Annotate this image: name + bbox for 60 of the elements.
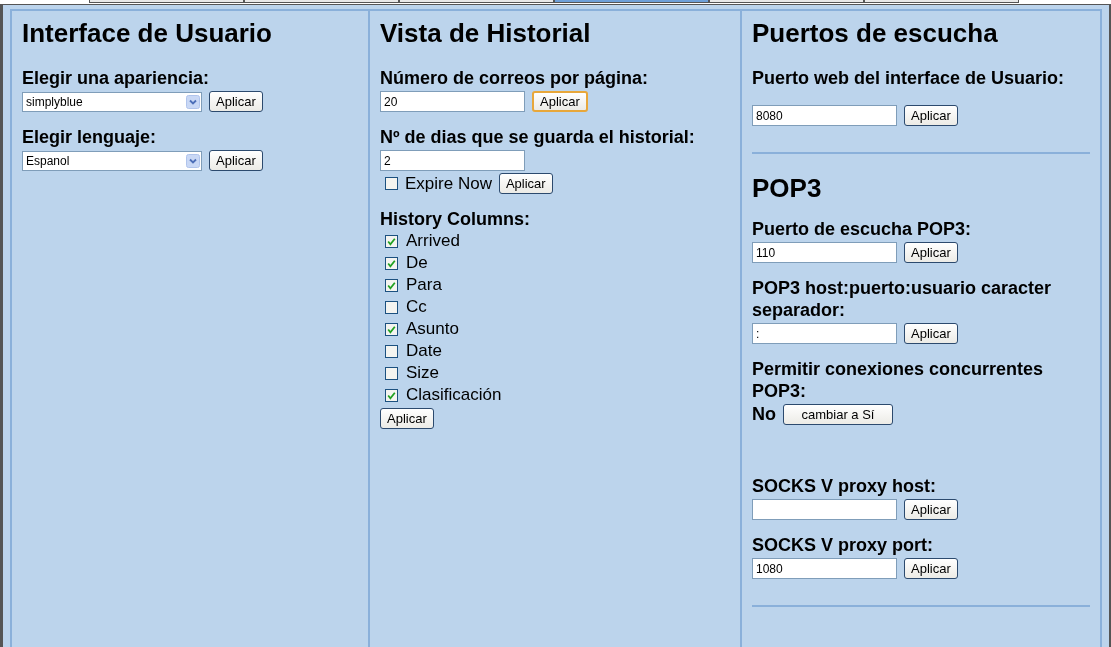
field-label: Puerto web del interface de Usuario: <box>752 67 1066 89</box>
field-label: Elegir lenguaje: <box>22 126 158 148</box>
field-label: Nº de dias que se guarda el historial: <box>380 126 696 148</box>
checkbox-label: Para <box>406 275 442 295</box>
checkbox-label: Clasificación <box>406 385 502 405</box>
apply-button[interactable]: Aplicar <box>904 499 958 520</box>
text-field[interactable]: 1080 <box>752 558 897 579</box>
tab[interactable] <box>399 0 554 3</box>
tab[interactable] <box>554 0 709 3</box>
toggle-button[interactable]: cambiar a Sí <box>783 404 893 425</box>
field-label: SOCKS V proxy host: <box>752 475 938 497</box>
section-title: Interface de Usuario <box>22 17 273 49</box>
apply-button[interactable]: Aplicar <box>904 558 958 579</box>
apply-button[interactable]: Aplicar <box>904 323 958 344</box>
field-label: Elegir una apariencia: <box>22 67 211 89</box>
setting-value: No <box>752 404 776 425</box>
checkbox-label: Date <box>406 341 442 361</box>
dropdown[interactable]: Espanol <box>22 150 202 171</box>
apply-button[interactable]: Aplicar <box>532 91 588 112</box>
checkbox-label: Size <box>406 363 440 383</box>
apply-button[interactable]: Aplicar <box>209 150 263 171</box>
tab[interactable] <box>709 0 864 3</box>
apply-button[interactable]: Aplicar <box>904 242 958 263</box>
checkbox-label: Asunto <box>406 319 459 339</box>
text-field[interactable]: 20 <box>380 91 525 112</box>
section-title: Vista de Historial <box>380 17 592 49</box>
checkbox[interactable] <box>385 366 398 380</box>
checkbox-label: Arrived <box>406 231 460 251</box>
apply-button[interactable]: Aplicar <box>380 408 434 429</box>
checkbox[interactable] <box>385 344 398 358</box>
checkbox-label: Expire Now <box>405 173 492 194</box>
field-label: POP3 host:puerto:usuario caracter separador: <box>752 277 1053 321</box>
checkbox[interactable] <box>385 388 398 402</box>
field-label: Permitir conexiones concurrentes POP3: <box>752 358 1045 402</box>
checkbox-label: De <box>406 253 428 273</box>
field-label: Puerto de escucha POP3: <box>752 218 973 240</box>
checkbox[interactable] <box>385 177 398 190</box>
dropdown[interactable]: simplyblue <box>22 91 202 112</box>
text-field[interactable]: 2 <box>380 150 525 171</box>
tab[interactable] <box>864 0 1019 3</box>
text-field[interactable] <box>752 499 897 520</box>
apply-button[interactable]: Aplicar <box>498 173 553 194</box>
tab[interactable] <box>244 0 399 3</box>
section-title: Puertos de escucha <box>752 17 999 49</box>
tab[interactable] <box>89 0 244 3</box>
text-field[interactable]: 8080 <box>752 105 897 126</box>
field-label: History Columns: <box>380 208 531 230</box>
apply-button[interactable]: Aplicar <box>209 91 263 112</box>
field-label: Número de correos por página: <box>380 67 650 89</box>
checkbox[interactable] <box>385 300 398 314</box>
checkbox[interactable] <box>385 234 398 248</box>
checkbox-label: Cc <box>406 297 427 317</box>
field-label: SOCKS V proxy port: <box>752 534 935 556</box>
checkbox[interactable] <box>385 322 398 336</box>
apply-button[interactable]: Aplicar <box>904 105 958 126</box>
text-field[interactable]: : <box>752 323 897 344</box>
section-title: POP3 <box>752 172 823 204</box>
checkbox[interactable] <box>385 278 398 292</box>
checkbox[interactable] <box>385 256 398 270</box>
text-field[interactable]: 110 <box>752 242 897 263</box>
